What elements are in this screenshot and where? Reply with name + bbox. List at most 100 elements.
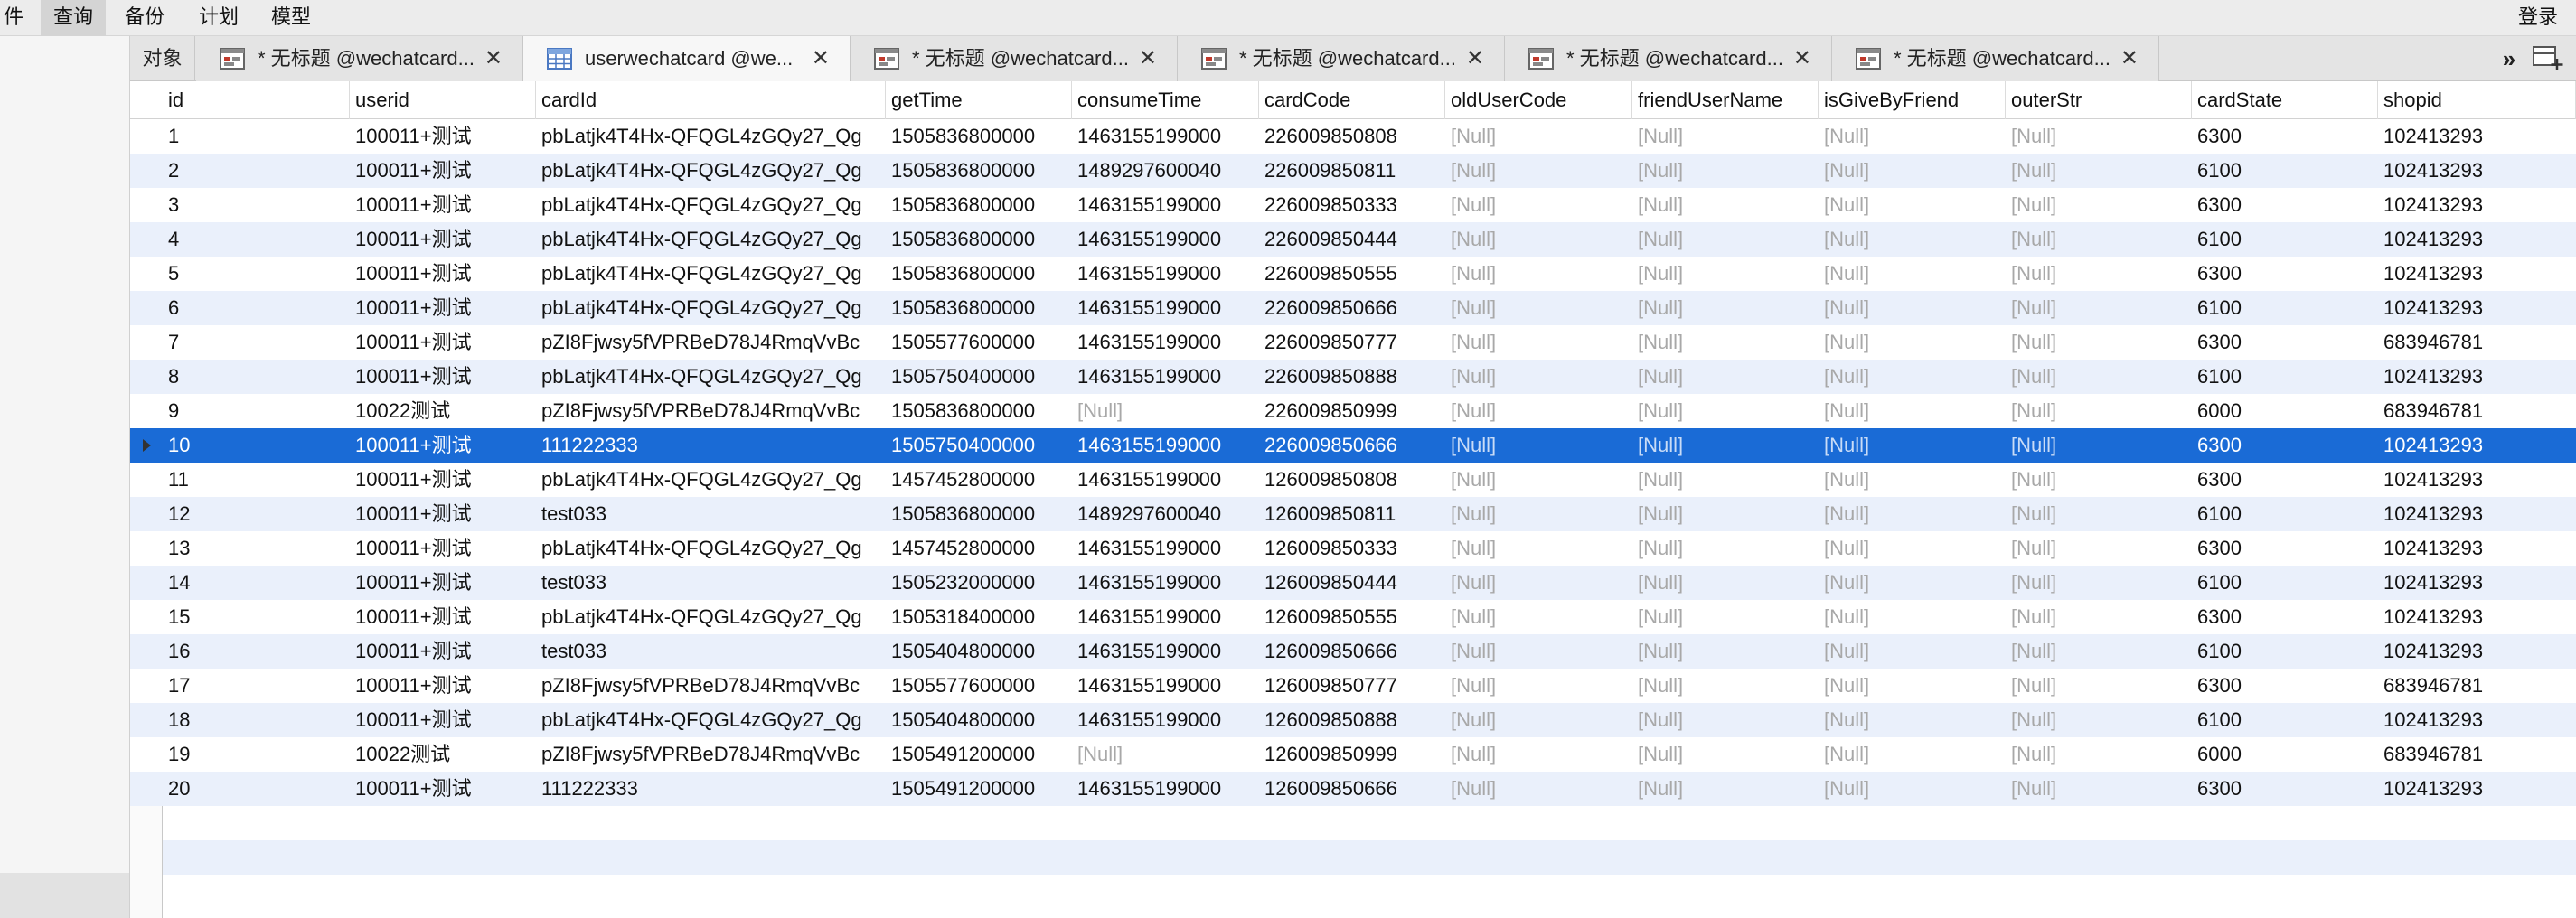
table-row[interactable]: 9 10022测试 pZI8Fjwsy5fVPRBeD78J4RmqVvBc 1505… <box>130 394 2576 428</box>
cell-cardCode[interactable]: 226009850808 <box>1259 119 1445 154</box>
cell-cardState[interactable]: 6000 <box>2192 394 2378 428</box>
table-row[interactable]: 16 100011+测试 test033 1505404800000 146315519… <box>130 634 2576 669</box>
cell-cardState[interactable]: 6100 <box>2192 703 2378 737</box>
cell-consumeTime[interactable]: 1463155199000 <box>1072 531 1259 566</box>
cell-cardCode[interactable]: 226009850555 <box>1259 257 1445 291</box>
cell-isGiveByFriend[interactable]: [Null] <box>1819 154 2006 188</box>
cell-oldUserCode[interactable]: [Null] <box>1445 703 1632 737</box>
column-header-cardId[interactable]: cardId <box>536 81 886 119</box>
cell-getTime[interactable]: 1505491200000 <box>886 737 1072 772</box>
cell-id[interactable]: 6 <box>163 291 350 325</box>
cell-cardId[interactable]: pbLatjk4T4Hx-QFQGL4zGQy27_Qg <box>536 154 886 188</box>
cell-friendUserName[interactable]: [Null] <box>1632 188 1819 222</box>
cell-oldUserCode[interactable]: [Null] <box>1445 325 1632 360</box>
cell-cardId[interactable]: pZI8Fjwsy5fVPRBeD78J4RmqVvBc <box>536 394 886 428</box>
cell-getTime[interactable]: 1505404800000 <box>886 634 1072 669</box>
tab-6[interactable]: * 无标题 @wechatcard... ✕ <box>1832 36 2159 81</box>
cell-isGiveByFriend[interactable]: [Null] <box>1819 360 2006 394</box>
cell-oldUserCode[interactable]: [Null] <box>1445 737 1632 772</box>
cell-consumeTime[interactable]: 1463155199000 <box>1072 669 1259 703</box>
cell-getTime[interactable]: 1457452800000 <box>886 463 1072 497</box>
table-row[interactable]: 18 100011+测试 pbLatjk4T4Hx-QFQGL4zGQy27_Qg 1… <box>130 703 2576 737</box>
cell-getTime[interactable]: 1505836800000 <box>886 394 1072 428</box>
tab-4[interactable]: * 无标题 @wechatcard... ✕ <box>1178 36 1505 81</box>
cell-isGiveByFriend[interactable]: [Null] <box>1819 291 2006 325</box>
cell-outerStr[interactable]: [Null] <box>2006 600 2192 634</box>
cell-getTime[interactable]: 1505318400000 <box>886 600 1072 634</box>
cell-cardId[interactable]: pbLatjk4T4Hx-QFQGL4zGQy27_Qg <box>536 222 886 257</box>
column-header-cardState[interactable]: cardState <box>2192 81 2378 119</box>
cell-cardId[interactable]: pbLatjk4T4Hx-QFQGL4zGQy27_Qg <box>536 463 886 497</box>
cell-isGiveByFriend[interactable]: [Null] <box>1819 566 2006 600</box>
cell-isGiveByFriend[interactable]: [Null] <box>1819 531 2006 566</box>
cell-outerStr[interactable]: [Null] <box>2006 222 2192 257</box>
cell-userid[interactable]: 100011+测试 <box>350 325 536 360</box>
cell-outerStr[interactable]: [Null] <box>2006 291 2192 325</box>
cell-outerStr[interactable]: [Null] <box>2006 531 2192 566</box>
close-icon[interactable]: ✕ <box>1466 36 1484 81</box>
cell-oldUserCode[interactable]: [Null] <box>1445 531 1632 566</box>
cell-outerStr[interactable]: [Null] <box>2006 703 2192 737</box>
cell-id[interactable]: 11 <box>163 463 350 497</box>
cell-id[interactable]: 3 <box>163 188 350 222</box>
cell-shopid[interactable]: 102413293 <box>2378 291 2576 325</box>
cell-friendUserName[interactable]: [Null] <box>1632 291 1819 325</box>
table-row[interactable]: 12 100011+测试 test033 1505836800000 148929760… <box>130 497 2576 531</box>
cell-id[interactable]: 19 <box>163 737 350 772</box>
cell-cardCode[interactable]: 226009850666 <box>1259 428 1445 463</box>
cell-id[interactable]: 2 <box>163 154 350 188</box>
cell-userid[interactable]: 100011+测试 <box>350 360 536 394</box>
table-row[interactable]: 11 100011+测试 pbLatjk4T4Hx-QFQGL4zGQy27_Qg 1… <box>130 463 2576 497</box>
data-grid[interactable]: id userid cardId getTime consumeTime cardCode… <box>130 81 2576 918</box>
cell-userid[interactable]: 100011+测试 <box>350 531 536 566</box>
cell-getTime[interactable]: 1505232000000 <box>886 566 1072 600</box>
cell-getTime[interactable]: 1505836800000 <box>886 119 1072 154</box>
cell-outerStr[interactable]: [Null] <box>2006 257 2192 291</box>
column-header-isGiveByFriend[interactable]: isGiveByFriend <box>1819 81 2006 119</box>
cell-consumeTime[interactable]: 1463155199000 <box>1072 463 1259 497</box>
cell-getTime[interactable]: 1505836800000 <box>886 257 1072 291</box>
cell-outerStr[interactable]: [Null] <box>2006 634 2192 669</box>
cell-shopid[interactable]: 683946781 <box>2378 394 2576 428</box>
menu-item-4[interactable]: 模型 <box>259 0 324 36</box>
cell-consumeTime[interactable]: 1463155199000 <box>1072 600 1259 634</box>
cell-getTime[interactable]: 1505404800000 <box>886 703 1072 737</box>
cell-shopid[interactable]: 102413293 <box>2378 428 2576 463</box>
new-tab-icon[interactable] <box>2533 46 2563 71</box>
cell-cardState[interactable]: 6100 <box>2192 360 2378 394</box>
cell-oldUserCode[interactable]: [Null] <box>1445 669 1632 703</box>
column-header-shopid[interactable]: shopid <box>2378 81 2576 119</box>
cell-shopid[interactable]: 683946781 <box>2378 669 2576 703</box>
table-row[interactable]: 1 100011+测试 pbLatjk4T4Hx-QFQGL4zGQy27_Qg 15… <box>130 119 2576 154</box>
cell-friendUserName[interactable]: [Null] <box>1632 428 1819 463</box>
cell-cardId[interactable]: pbLatjk4T4Hx-QFQGL4zGQy27_Qg <box>536 360 886 394</box>
cell-id[interactable]: 12 <box>163 497 350 531</box>
cell-consumeTime[interactable]: 1463155199000 <box>1072 772 1259 806</box>
cell-friendUserName[interactable]: [Null] <box>1632 497 1819 531</box>
close-icon[interactable]: ✕ <box>1139 36 1157 81</box>
cell-userid[interactable]: 100011+测试 <box>350 703 536 737</box>
cell-friendUserName[interactable]: [Null] <box>1632 154 1819 188</box>
cell-cardState[interactable]: 6100 <box>2192 634 2378 669</box>
cell-friendUserName[interactable]: [Null] <box>1632 634 1819 669</box>
cell-oldUserCode[interactable]: [Null] <box>1445 772 1632 806</box>
cell-shopid[interactable]: 102413293 <box>2378 634 2576 669</box>
cell-isGiveByFriend[interactable]: [Null] <box>1819 188 2006 222</box>
cell-getTime[interactable]: 1457452800000 <box>886 531 1072 566</box>
cell-friendUserName[interactable]: [Null] <box>1632 531 1819 566</box>
cell-isGiveByFriend[interactable]: [Null] <box>1819 669 2006 703</box>
cell-cardState[interactable]: 6300 <box>2192 428 2378 463</box>
cell-outerStr[interactable]: [Null] <box>2006 188 2192 222</box>
tab-3[interactable]: * 无标题 @wechatcard... ✕ <box>851 36 1178 81</box>
cell-shopid[interactable]: 102413293 <box>2378 119 2576 154</box>
cell-userid[interactable]: 100011+测试 <box>350 222 536 257</box>
cell-cardCode[interactable]: 226009850999 <box>1259 394 1445 428</box>
cell-cardId[interactable]: pbLatjk4T4Hx-QFQGL4zGQy27_Qg <box>536 119 886 154</box>
cell-userid[interactable]: 100011+测试 <box>350 119 536 154</box>
table-row[interactable]: 4 100011+测试 pbLatjk4T4Hx-QFQGL4zGQy27_Qg 15… <box>130 222 2576 257</box>
cell-oldUserCode[interactable]: [Null] <box>1445 257 1632 291</box>
tab-objects[interactable]: 对象 <box>130 36 195 81</box>
table-row[interactable]: 10 100011+测试 111222333 1505750400000 1463155… <box>130 428 2576 463</box>
cell-cardId[interactable]: pbLatjk4T4Hx-QFQGL4zGQy27_Qg <box>536 188 886 222</box>
cell-id[interactable]: 8 <box>163 360 350 394</box>
